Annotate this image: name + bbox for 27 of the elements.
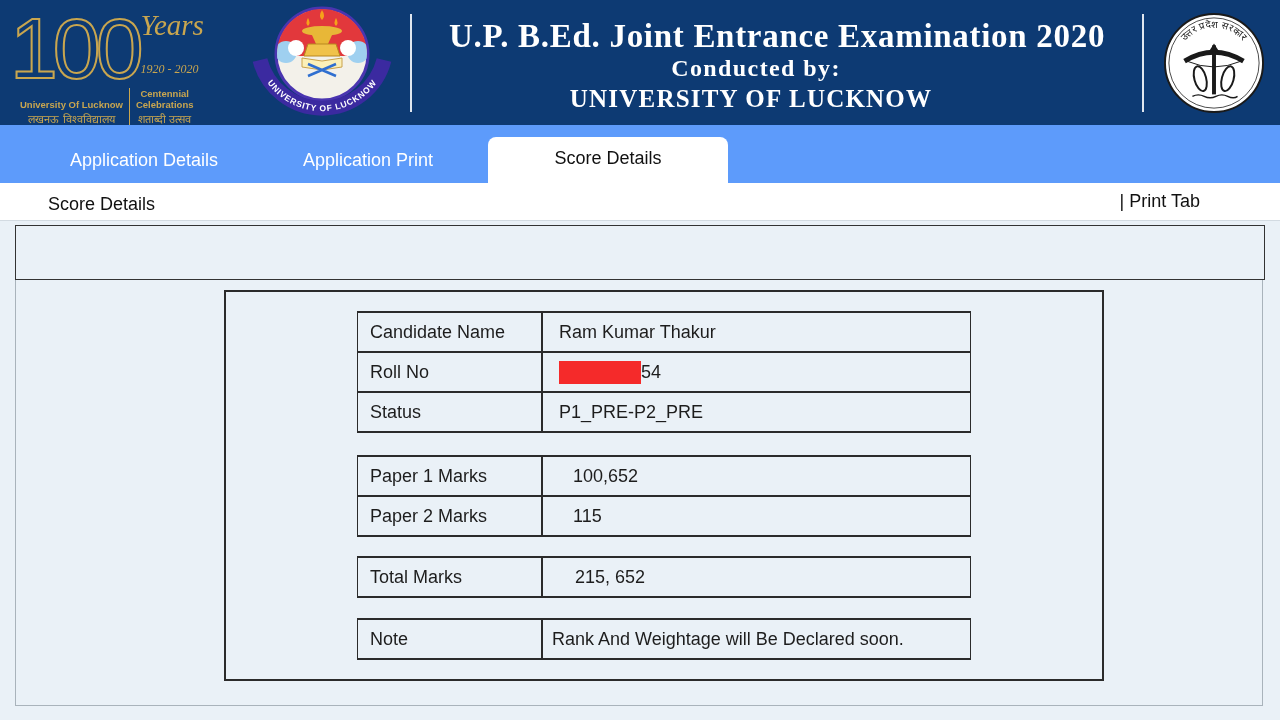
table-cell: Total Marks (358, 558, 543, 596)
table-cell: Status (358, 393, 543, 431)
celebration-text-hindi: शताब्दी उत्सव (137, 111, 192, 127)
table-cell: Rank And Weightage will Be Declared soon. (552, 628, 904, 650)
table-cell: P1_PRE-P2_PRE (559, 401, 704, 423)
table-cell: Roll No (358, 353, 543, 391)
centenary-numeral: 100 (10, 7, 139, 88)
celebration-text: Centennial Celebrations (135, 87, 194, 110)
university-name-hindi: लखनऊ विश्वविद्यालय (28, 111, 115, 127)
table-cell: Candidate Name (358, 313, 543, 351)
table-cell: 215, 652 (575, 566, 646, 588)
exam-title: U.P. B.Ed. Joint Entrance Examination 2020 (448, 18, 1106, 53)
table-cell: Paper 1 Marks (358, 457, 543, 495)
table-cell: Note (358, 620, 543, 658)
years-text: Years (140, 9, 204, 40)
table-cell: 115 (573, 505, 602, 527)
section-title: Score Details (48, 193, 156, 215)
organizer-name: UNIVERSITY OF LUCKNOW (569, 83, 933, 114)
print-tab-link[interactable]: | Print Tab (1119, 191, 1200, 212)
table-cell: Paper 2 Marks (358, 497, 543, 535)
table-cell: 100,652 (573, 465, 639, 487)
exam-subtitle: Conducted by: (671, 53, 841, 83)
table-cell: 54 (641, 361, 662, 383)
university-name: University Of Lucknow (20, 98, 123, 110)
year-range: 1920 - 2020 (140, 61, 200, 77)
table-cell: Ram Kumar Thakur (559, 321, 716, 343)
tab[interactable]: Score Details (488, 137, 728, 183)
